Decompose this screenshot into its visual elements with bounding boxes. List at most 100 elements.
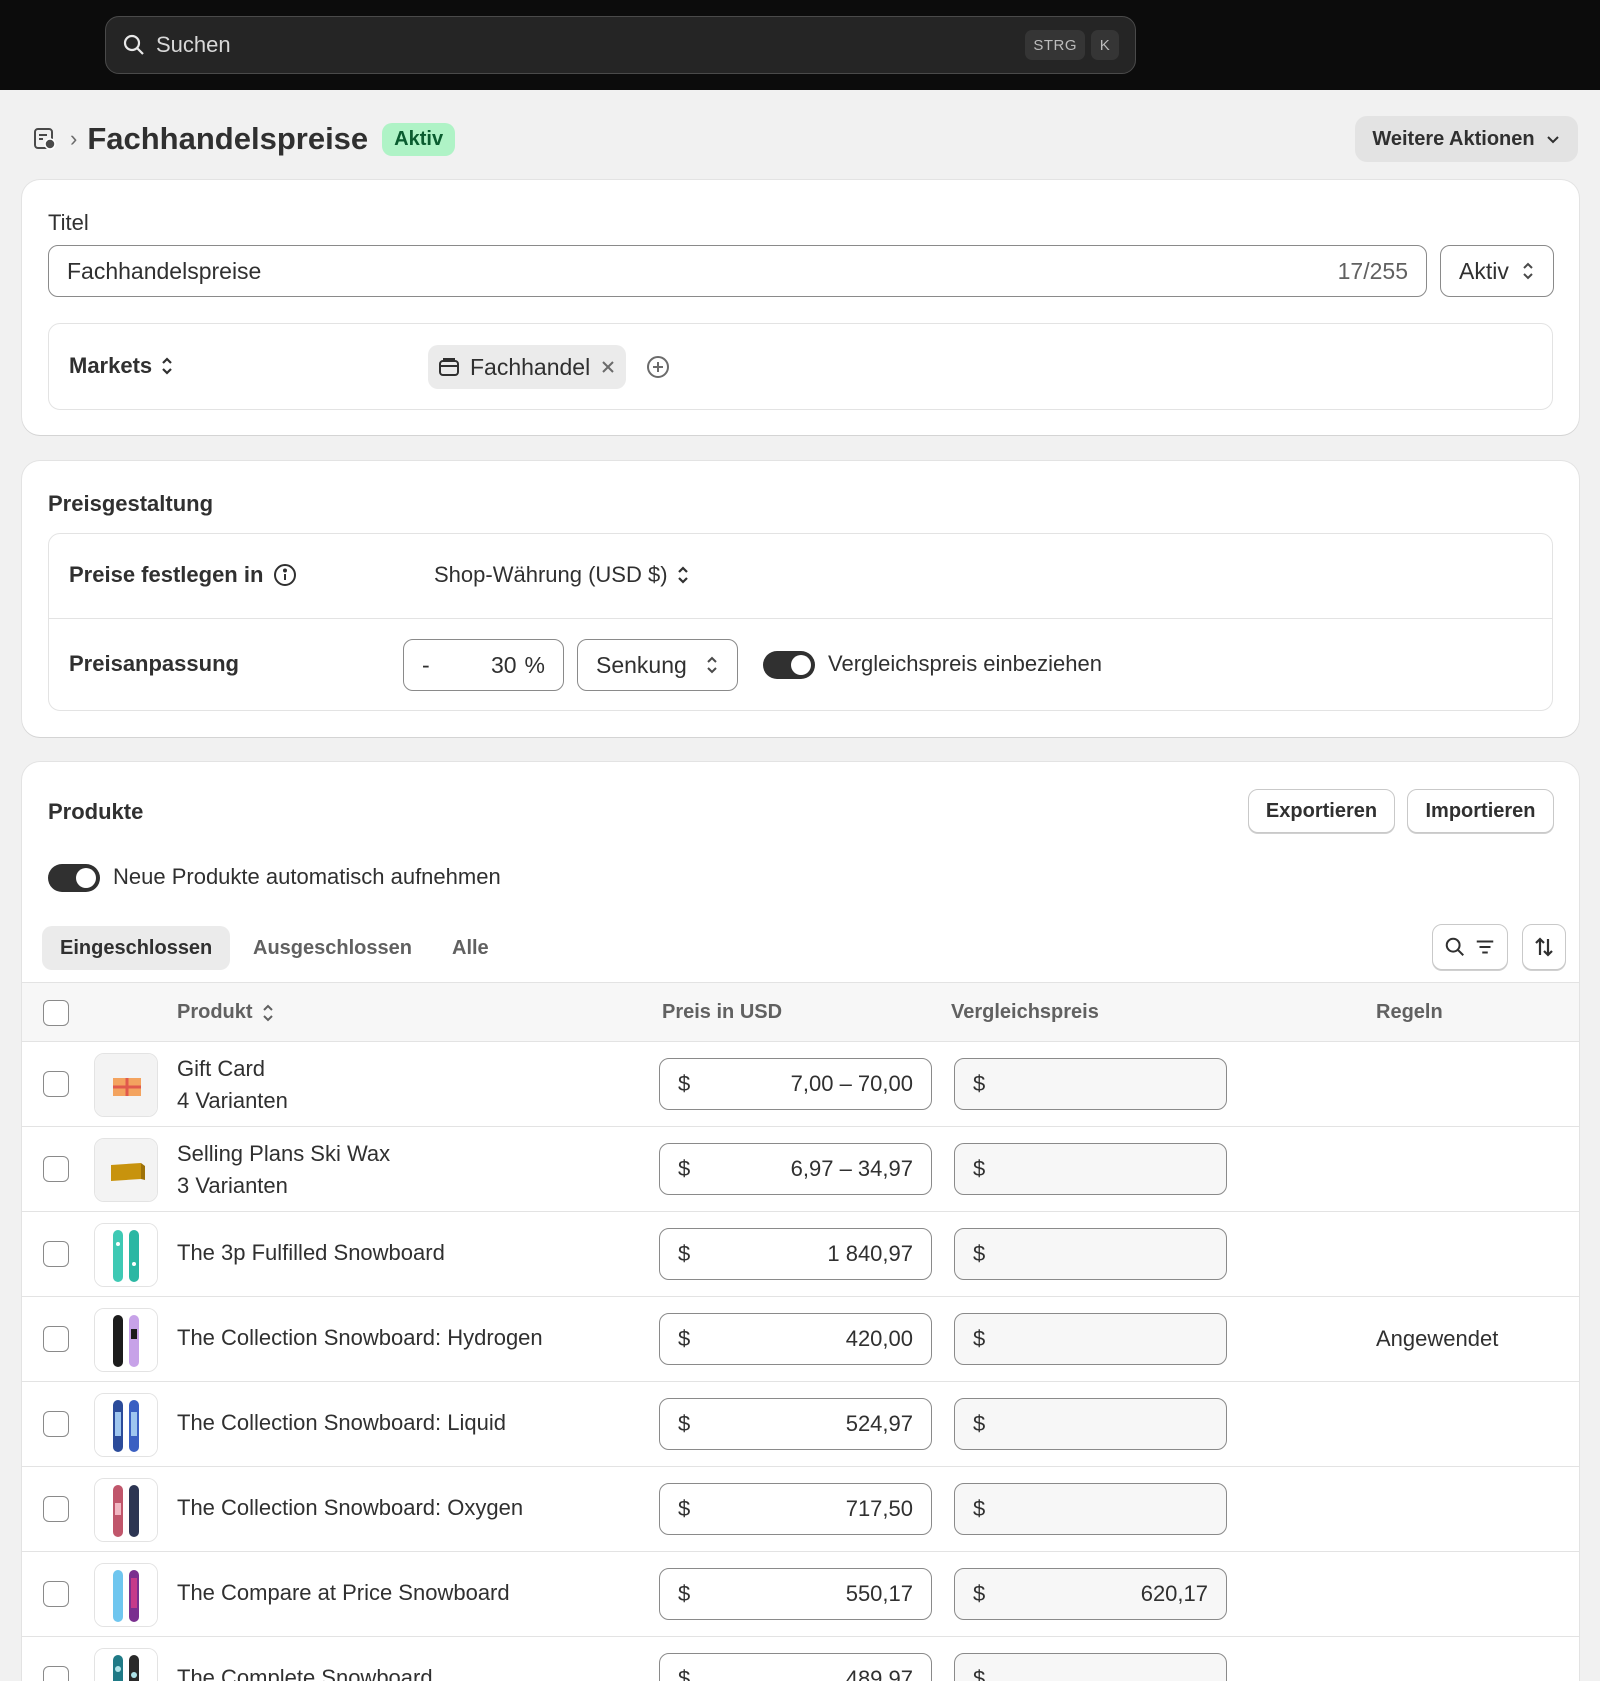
markets-selector[interactable]: Markets bbox=[69, 353, 174, 379]
currency-select-value: Shop-Währung (USD $) bbox=[434, 562, 668, 587]
market-chip: Fachhandel bbox=[428, 345, 627, 389]
product-name[interactable]: The Compare at Price Snowboard bbox=[177, 1580, 510, 1606]
price-value: 524,97 bbox=[845, 1411, 913, 1436]
adjust-value: 30 bbox=[490, 651, 517, 678]
currency-select[interactable]: Shop-Währung (USD $) bbox=[434, 562, 690, 588]
markets-label: Markets bbox=[69, 353, 153, 378]
price-input[interactable]: $550,17 bbox=[659, 1568, 932, 1620]
close-icon[interactable] bbox=[600, 359, 616, 375]
import-button[interactable]: Importieren bbox=[1407, 789, 1554, 833]
compare-price-input[interactable]: $ bbox=[954, 1058, 1227, 1110]
product-name[interactable]: Gift Card bbox=[177, 1056, 265, 1082]
more-actions-button[interactable]: Weitere Aktionen bbox=[1355, 116, 1578, 162]
tab-included[interactable]: Eingeschlossen bbox=[42, 926, 231, 970]
table-header: Produkt Preis in USD Vergleichspreis Reg… bbox=[22, 982, 1579, 1042]
product-name[interactable]: The Collection Snowboard: Liquid bbox=[177, 1410, 506, 1436]
sort-arrows-icon bbox=[1535, 937, 1553, 957]
price-input[interactable]: $6,97 – 34,97 bbox=[659, 1143, 932, 1195]
price-input[interactable]: $1 840,97 bbox=[659, 1228, 932, 1280]
price-input[interactable]: $489,97 bbox=[659, 1653, 932, 1681]
currency-symbol: $ bbox=[678, 1581, 691, 1606]
products-heading: Produkte bbox=[48, 799, 144, 824]
auto-include-toggle[interactable] bbox=[48, 864, 100, 892]
select-arrows-icon bbox=[677, 566, 688, 584]
status-select[interactable]: Aktiv bbox=[1440, 245, 1554, 297]
compare-price-input[interactable]: $ bbox=[954, 1313, 1227, 1365]
product-column-sort[interactable]: Produkt bbox=[177, 1001, 275, 1024]
currency-symbol: $ bbox=[678, 1496, 691, 1521]
auto-include-label: Neue Produkte automatisch aufnehmen bbox=[113, 864, 501, 889]
currency-symbol: $ bbox=[973, 1411, 986, 1436]
product-thumbnail bbox=[94, 1648, 158, 1681]
page-title: Fachhandelspreise bbox=[87, 121, 369, 156]
search-filter-button[interactable] bbox=[1432, 924, 1508, 970]
compare-price-input[interactable]: $ bbox=[954, 1143, 1227, 1195]
product-name[interactable]: The 3p Fulfilled Snowboard bbox=[177, 1240, 445, 1266]
price-value: 420,00 bbox=[845, 1326, 913, 1351]
column-rules: Regeln bbox=[1376, 1001, 1443, 1023]
row-checkbox[interactable] bbox=[43, 1666, 69, 1681]
product-name[interactable]: Selling Plans Ski Wax bbox=[177, 1141, 390, 1167]
product-thumbnail bbox=[94, 1308, 158, 1372]
title-card: Titel Fachhandelspreise 17/255 Aktiv Mar… bbox=[22, 180, 1579, 435]
row-checkbox[interactable] bbox=[43, 1071, 69, 1097]
adjust-label: Preisanpassung bbox=[69, 651, 239, 676]
price-value: 6,97 – 34,97 bbox=[790, 1156, 913, 1181]
currency-symbol: $ bbox=[973, 1156, 986, 1181]
row-checkbox[interactable] bbox=[43, 1496, 69, 1522]
price-input[interactable]: $7,00 – 70,00 bbox=[659, 1058, 932, 1110]
compare-price-input[interactable]: $ bbox=[954, 1483, 1227, 1535]
info-icon[interactable] bbox=[273, 563, 297, 587]
compare-price-input[interactable]: $620,17 bbox=[954, 1568, 1227, 1620]
product-thumbnail bbox=[94, 1478, 158, 1542]
add-market-icon[interactable] bbox=[646, 355, 670, 379]
currency-symbol: $ bbox=[678, 1666, 691, 1681]
select-all-checkbox[interactable] bbox=[43, 1000, 69, 1026]
chevron-down-icon bbox=[1546, 136, 1559, 144]
row-checkbox[interactable] bbox=[43, 1241, 69, 1267]
title-input[interactable]: Fachhandelspreise 17/255 bbox=[48, 245, 1427, 297]
product-thumbnail bbox=[94, 1053, 158, 1117]
filter-icon bbox=[1476, 940, 1494, 954]
adjust-type-select[interactable]: Senkung bbox=[577, 639, 738, 691]
adjust-value-input[interactable]: - 30 % bbox=[403, 639, 564, 691]
export-button[interactable]: Exportieren bbox=[1248, 789, 1395, 833]
currency-symbol: $ bbox=[973, 1496, 986, 1521]
product-thumbnail bbox=[94, 1563, 158, 1627]
tab-all[interactable]: Alle bbox=[434, 926, 507, 970]
price-input[interactable]: $420,00 bbox=[659, 1313, 932, 1365]
price-list-icon[interactable] bbox=[32, 126, 58, 152]
shortcut-key-ctrl: STRG bbox=[1025, 30, 1085, 60]
search-icon bbox=[123, 34, 144, 55]
currency-symbol: $ bbox=[973, 1241, 986, 1266]
currency-symbol: $ bbox=[973, 1666, 986, 1681]
price-input[interactable]: $524,97 bbox=[659, 1398, 932, 1450]
currency-symbol: $ bbox=[678, 1156, 691, 1181]
product-thumbnail bbox=[94, 1223, 158, 1287]
search-bar[interactable]: Suchen STRG K bbox=[105, 16, 1136, 74]
compare-price-value: 620,17 bbox=[1140, 1581, 1208, 1606]
product-name[interactable]: The Complete Snowboard bbox=[177, 1665, 433, 1681]
set-prices-label-group: Preise festlegen in bbox=[69, 562, 297, 588]
select-arrows-icon bbox=[162, 357, 172, 375]
adjust-sign: - bbox=[422, 651, 430, 678]
price-value: 717,50 bbox=[845, 1496, 913, 1521]
price-value: 1 840,97 bbox=[827, 1241, 913, 1266]
price-input[interactable]: $717,50 bbox=[659, 1483, 932, 1535]
sort-button[interactable] bbox=[1522, 924, 1566, 970]
compare-price-toggle[interactable] bbox=[763, 651, 815, 679]
price-value: 489,97 bbox=[845, 1666, 913, 1681]
compare-price-input[interactable]: $ bbox=[954, 1398, 1227, 1450]
currency-symbol: $ bbox=[973, 1581, 986, 1606]
row-checkbox[interactable] bbox=[43, 1326, 69, 1352]
row-checkbox[interactable] bbox=[43, 1581, 69, 1607]
product-name[interactable]: The Collection Snowboard: Hydrogen bbox=[177, 1325, 543, 1351]
row-checkbox[interactable] bbox=[43, 1411, 69, 1437]
tab-excluded[interactable]: Ausgeschlossen bbox=[235, 926, 430, 970]
currency-symbol: $ bbox=[973, 1071, 986, 1096]
row-checkbox[interactable] bbox=[43, 1156, 69, 1182]
compare-price-input[interactable]: $ bbox=[954, 1653, 1227, 1681]
compare-price-input[interactable]: $ bbox=[954, 1228, 1227, 1280]
product-name[interactable]: The Collection Snowboard: Oxygen bbox=[177, 1495, 523, 1521]
column-product: Produkt bbox=[177, 1001, 253, 1023]
